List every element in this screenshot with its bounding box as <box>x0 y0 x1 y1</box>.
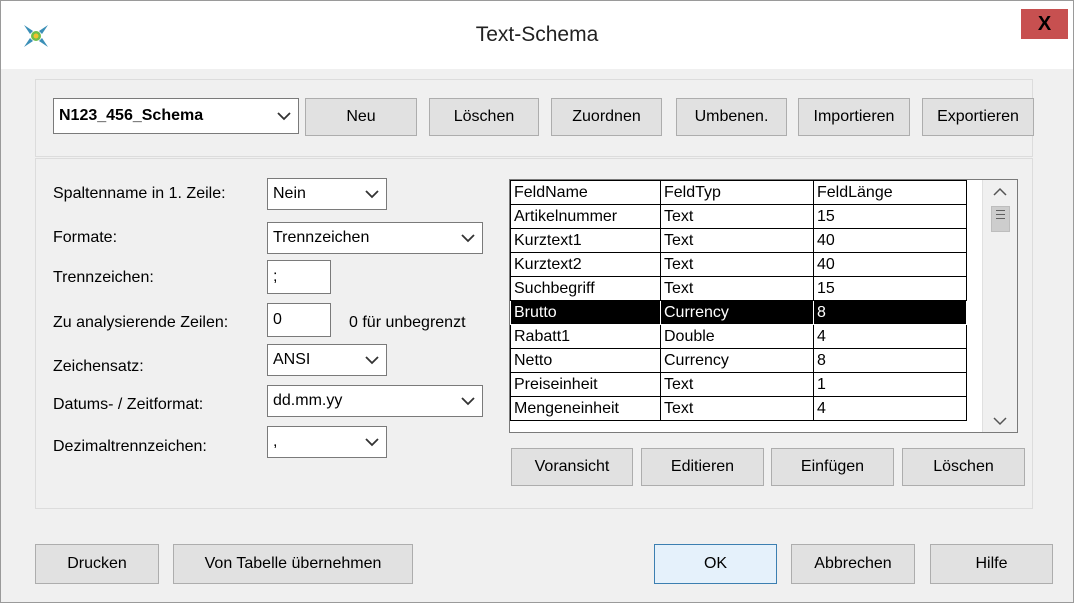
cell[interactable]: 40 <box>813 228 967 253</box>
scroll-down-icon[interactable] <box>983 410 1017 432</box>
cell[interactable]: Artikelnummer <box>510 204 661 229</box>
import-button[interactable]: Importieren <box>798 98 910 136</box>
window-title: Text-Schema <box>475 23 599 46</box>
cell[interactable]: 8 <box>813 300 967 325</box>
cell[interactable]: Text <box>660 276 814 301</box>
header-row-label: Spaltenname in 1. Zeile: <box>53 185 226 202</box>
cell[interactable]: Suchbegriff <box>510 276 661 301</box>
ok-button[interactable]: OK <box>654 544 777 584</box>
cell[interactable]: Brutto <box>510 300 661 325</box>
chevron-down-icon <box>365 438 379 447</box>
chevron-down-icon <box>277 112 291 121</box>
table-header-row: FeldName FeldTyp FeldLänge <box>510 180 967 205</box>
cell[interactable]: Preiseinheit <box>510 372 661 397</box>
chevron-down-icon <box>461 234 475 243</box>
delete-schema-button[interactable]: Löschen <box>429 98 539 136</box>
cell[interactable]: Currency <box>660 348 814 373</box>
cell[interactable]: 4 <box>813 324 967 349</box>
format-select[interactable]: Trennzeichen <box>267 222 483 254</box>
cell[interactable]: Mengeneinheit <box>510 396 661 421</box>
table-row[interactable]: Rabatt1 Double 4 <box>510 324 967 349</box>
format-value: Trennzeichen <box>273 229 370 246</box>
table-row[interactable]: Artikelnummer Text 15 <box>510 204 967 229</box>
new-button[interactable]: Neu <box>305 98 417 136</box>
date-format-select[interactable]: dd.mm.yy <box>267 385 483 417</box>
print-button[interactable]: Drucken <box>35 544 159 584</box>
date-format-value: dd.mm.yy <box>273 392 343 409</box>
cell[interactable]: Rabatt1 <box>510 324 661 349</box>
title-bar: Text-Schema X <box>1 1 1073 69</box>
close-button[interactable]: X <box>1021 9 1068 39</box>
table-row-selected[interactable]: Brutto Currency 8 <box>510 300 967 325</box>
cell[interactable]: 8 <box>813 348 967 373</box>
cell[interactable]: 15 <box>813 276 967 301</box>
fields-table[interactable]: FeldName FeldTyp FeldLänge Artikelnummer… <box>509 179 1018 433</box>
from-table-button[interactable]: Von Tabelle übernehmen <box>173 544 413 584</box>
rows-to-analyze-label: Zu analysierende Zeilen: <box>53 314 229 331</box>
delete-field-button[interactable]: Löschen <box>902 448 1025 486</box>
column-header[interactable]: FeldTyp <box>660 180 814 205</box>
help-button[interactable]: Hilfe <box>930 544 1053 584</box>
decimal-sep-select[interactable]: , <box>267 426 387 458</box>
table-row[interactable]: Mengeneinheit Text 4 <box>510 396 967 421</box>
table-row[interactable]: Kurztext2 Text 40 <box>510 252 967 277</box>
table-row[interactable]: Netto Currency 8 <box>510 348 967 373</box>
chevron-down-icon <box>365 356 379 365</box>
export-button[interactable]: Exportieren <box>922 98 1034 136</box>
decimal-sep-value: , <box>273 433 278 450</box>
cancel-button[interactable]: Abbrechen <box>791 544 915 584</box>
cell[interactable]: 15 <box>813 204 967 229</box>
header-row-value: Nein <box>273 185 306 202</box>
format-label: Formate: <box>53 229 118 246</box>
cell[interactable]: Text <box>660 228 814 253</box>
table-row[interactable]: Kurztext1 Text 40 <box>510 228 967 253</box>
cell[interactable]: Text <box>660 204 814 229</box>
rename-button[interactable]: Umbenen. <box>676 98 787 136</box>
cell[interactable]: Text <box>660 372 814 397</box>
charset-value: ANSI <box>273 351 311 368</box>
insert-button[interactable]: Einfügen <box>771 448 894 486</box>
text-schema-dialog: Text-Schema X N123_456_Schema Neu Lösche… <box>0 0 1074 603</box>
cell[interactable]: 1 <box>813 372 967 397</box>
chevron-down-icon <box>365 190 379 199</box>
rows-to-analyze-input[interactable]: 0 <box>267 303 331 337</box>
column-header[interactable]: FeldName <box>510 180 661 205</box>
cell[interactable]: Text <box>660 396 814 421</box>
date-format-label: Datums- / Zeitformat: <box>53 396 204 413</box>
column-header[interactable]: FeldLänge <box>813 180 967 205</box>
cell[interactable]: Text <box>660 252 814 277</box>
preview-button[interactable]: Voransicht <box>511 448 633 486</box>
decimal-sep-label: Dezimaltrennzeichen: <box>53 438 207 455</box>
cell[interactable]: 4 <box>813 396 967 421</box>
table-row[interactable]: Suchbegriff Text 15 <box>510 276 967 301</box>
schema-select[interactable]: N123_456_Schema <box>53 98 299 134</box>
schema-select-value: N123_456_Schema <box>59 107 204 124</box>
cell[interactable]: Currency <box>660 300 814 325</box>
charset-select[interactable]: ANSI <box>267 344 387 376</box>
fields-table-grid: FeldName FeldTyp FeldLänge Artikelnummer… <box>510 180 967 421</box>
scroll-up-icon[interactable] <box>983 180 1017 202</box>
delimiter-label: Trennzeichen: <box>53 269 154 286</box>
table-row[interactable]: Preiseinheit Text 1 <box>510 372 967 397</box>
rows-to-analyze-hint: 0 für unbegrenzt <box>349 314 466 331</box>
scroll-thumb[interactable] <box>991 206 1010 232</box>
cell[interactable]: Double <box>660 324 814 349</box>
cell[interactable]: Kurztext1 <box>510 228 661 253</box>
chevron-down-icon <box>461 397 475 406</box>
cell[interactable]: Kurztext2 <box>510 252 661 277</box>
charset-label: Zeichensatz: <box>53 358 144 375</box>
cell[interactable]: 40 <box>813 252 967 277</box>
delimiter-input[interactable]: ; <box>267 260 331 294</box>
cell[interactable]: Netto <box>510 348 661 373</box>
assign-button[interactable]: Zuordnen <box>551 98 662 136</box>
edit-button[interactable]: Editieren <box>641 448 764 486</box>
vertical-scrollbar[interactable] <box>982 180 1017 432</box>
header-row-select[interactable]: Nein <box>267 178 387 210</box>
